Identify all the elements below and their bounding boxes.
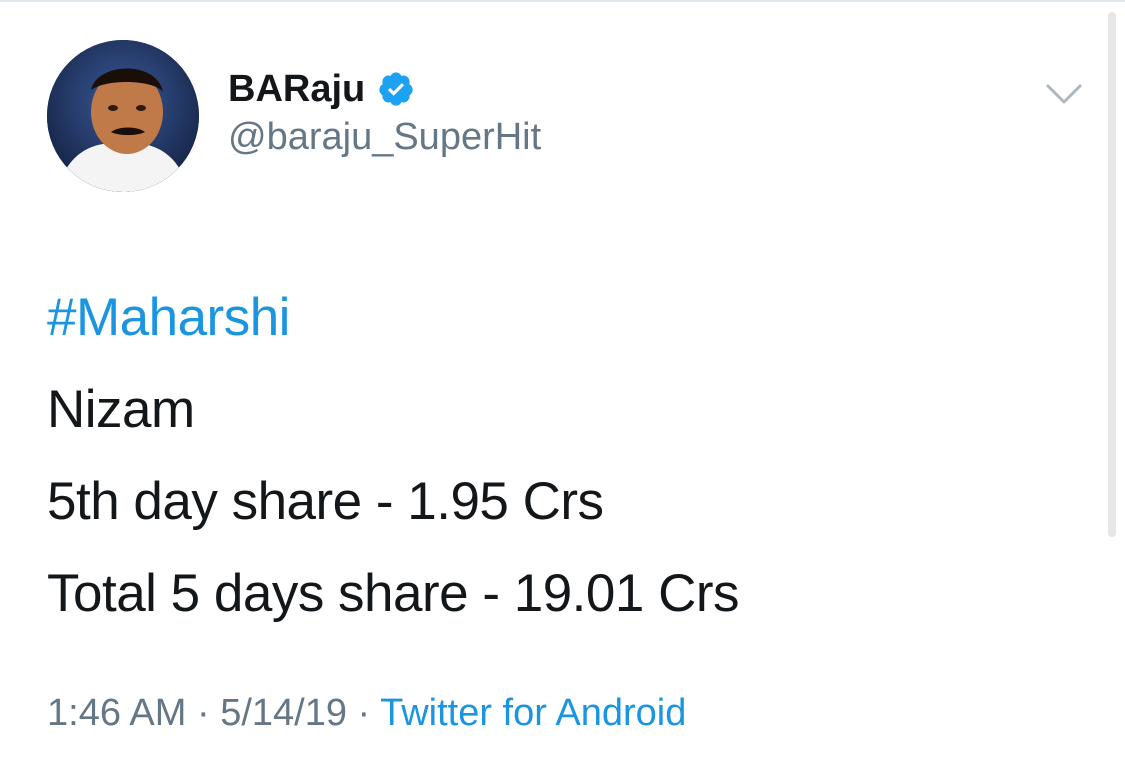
verified-badge-icon	[379, 72, 413, 106]
tweet-date[interactable]: 5/14/19	[220, 692, 347, 734]
tweet-meta: 1:46 AM · 5/14/19 · Twitter for Android	[47, 691, 686, 737]
name-row: BARaju	[228, 64, 415, 114]
meta-separator: ·	[347, 692, 381, 734]
tweet-text: #Maharshi Nizam 5th day share - 1.95 Crs…	[47, 272, 740, 640]
tweet-line: 5th day share - 1.95 Crs	[47, 472, 604, 531]
top-divider	[0, 0, 1125, 2]
meta-separator: ·	[186, 692, 221, 734]
tweet-line: Total 5 days share - 19.01 Crs	[47, 564, 740, 623]
scrollbar[interactable]	[1108, 12, 1116, 537]
source-link[interactable]: Twitter for Android	[380, 692, 686, 734]
avatar[interactable]	[47, 40, 199, 192]
chevron-down-icon[interactable]	[1044, 80, 1084, 108]
display-name[interactable]: BARaju	[228, 70, 365, 108]
hashtag-link[interactable]: #Maharshi	[47, 272, 739, 364]
user-handle[interactable]: @baraju_SuperHit	[228, 116, 541, 159]
tweet-line: Nizam	[47, 380, 195, 439]
avatar-photo	[47, 40, 199, 192]
tweet-time[interactable]: 1:46 AM	[47, 692, 186, 734]
